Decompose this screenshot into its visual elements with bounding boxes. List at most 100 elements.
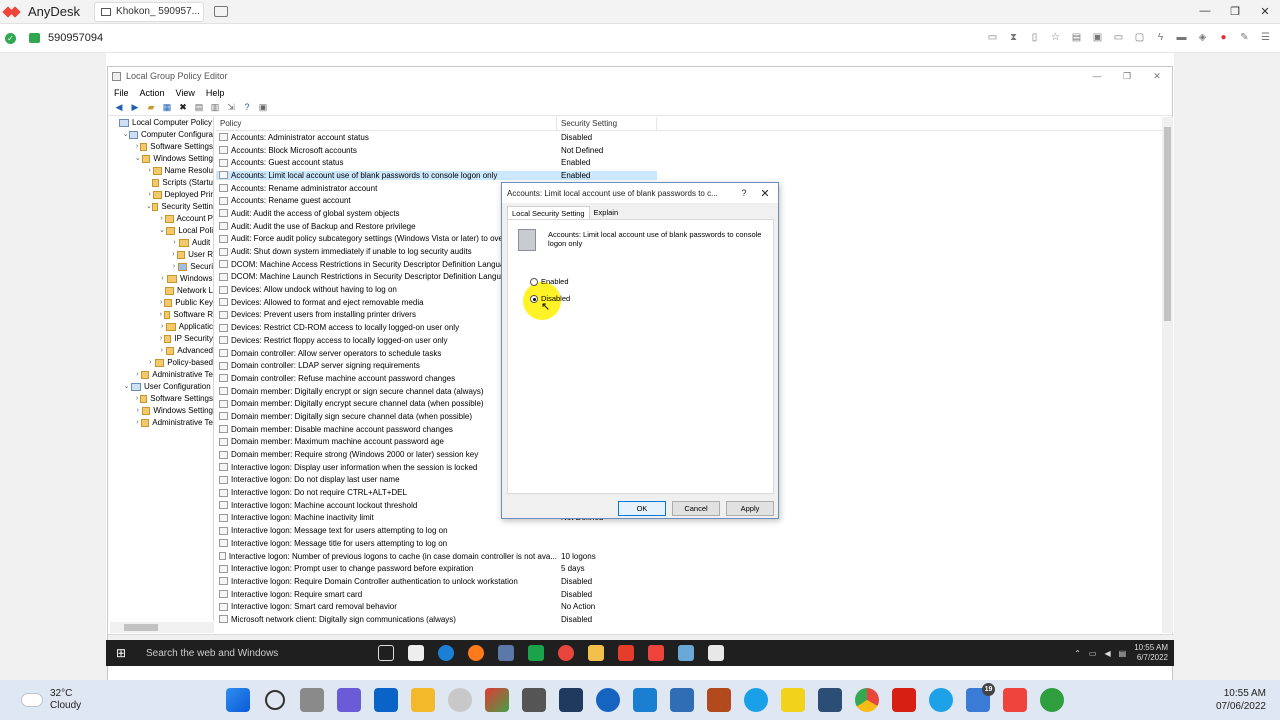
notepad-icon[interactable]	[708, 645, 724, 661]
window-app-icon[interactable]	[670, 688, 694, 712]
table-row[interactable]: Accounts: Administrator account status Di…	[216, 131, 1162, 144]
forward-icon[interactable]: ▶	[129, 102, 141, 113]
show-hide-tree-icon[interactable]: ▦	[161, 102, 173, 113]
tree-item[interactable]: › Applicatic	[110, 321, 213, 333]
outlook-icon[interactable]	[374, 688, 398, 712]
help-icon[interactable]: ?	[241, 102, 253, 113]
menu-view[interactable]: View	[176, 88, 195, 98]
file-manager-icon[interactable]	[300, 688, 324, 712]
table-row[interactable]: Accounts: Limit local account use of bla…	[216, 169, 1162, 182]
tree-item[interactable]: › Securi	[110, 261, 213, 273]
windows-start-icon[interactable]	[226, 688, 250, 712]
tab-explain[interactable]: Explain	[590, 206, 623, 219]
gpe-minimize-button[interactable]: —	[1082, 71, 1112, 82]
tree-expander-icon[interactable]: ›	[146, 165, 153, 177]
weather-widget[interactable]: 32°C Cloudy	[22, 688, 81, 712]
green-app-icon[interactable]	[1040, 688, 1064, 712]
explorer-icon[interactable]	[411, 688, 435, 712]
tree-expander-icon[interactable]: ⌄	[122, 129, 129, 141]
column-security-setting[interactable]: Security Setting	[557, 117, 657, 130]
tree-item[interactable]: › Public Key	[110, 297, 213, 309]
apply-button[interactable]: Apply	[726, 501, 774, 516]
chrome-icon[interactable]	[558, 645, 574, 661]
gpe-restore-button[interactable]: ❐	[1112, 71, 1142, 82]
hourglass-icon[interactable]: ⧗	[1007, 32, 1020, 44]
tray-message-icon[interactable]: ▤	[1119, 649, 1127, 658]
grid-app-icon[interactable]	[707, 688, 731, 712]
tree-expander-icon[interactable]: ›	[134, 405, 142, 417]
tree-item[interactable]: ⌄ Computer Configura	[110, 129, 213, 141]
tree-expander-icon[interactable]: ›	[134, 417, 141, 429]
table-row[interactable]: Interactive logon: Require smart card Dis…	[216, 588, 1162, 601]
tree-item[interactable]: › Administrative Te	[110, 369, 213, 381]
up-folder-icon[interactable]: ▰	[145, 102, 157, 113]
table-row[interactable]: Interactive logon: Smart card removal be…	[216, 600, 1162, 613]
tree-item[interactable]: ⌄ User Configuration	[110, 381, 213, 393]
colorful-app-icon[interactable]	[485, 688, 509, 712]
tree-item[interactable]: › Advanced	[110, 345, 213, 357]
cancel-button[interactable]: Cancel	[672, 501, 720, 516]
tree-item[interactable]: › Name Resolu	[110, 165, 213, 177]
tree-item[interactable]: › User R	[110, 249, 213, 261]
remote-clock[interactable]: 10:55 AM 6/7/2022	[1134, 643, 1168, 663]
back-icon[interactable]: ◀	[113, 102, 125, 113]
phone-app-icon[interactable]	[596, 688, 620, 712]
tree-expander-icon[interactable]: ⌄	[122, 381, 131, 393]
tree-item[interactable]: ⌄ Windows Setting	[110, 153, 213, 165]
acrobat-icon[interactable]	[892, 688, 916, 712]
tree-item[interactable]: › Administrative Te	[110, 417, 213, 429]
chat-icon[interactable]: ▭	[986, 32, 999, 44]
tree-item[interactable]: › Policy-based	[110, 357, 213, 369]
tree-expander-icon[interactable]: ›	[158, 345, 166, 357]
monitor-icon[interactable]: ▭	[1112, 32, 1125, 44]
tree-expander-icon[interactable]: ⌄	[134, 153, 142, 165]
tree-expander-icon[interactable]: ›	[158, 273, 167, 285]
firefox-icon[interactable]	[468, 645, 484, 661]
tree-expander-icon[interactable]: ›	[158, 321, 166, 333]
edge-icon[interactable]	[438, 645, 454, 661]
console-icon[interactable]: ▣	[257, 102, 269, 113]
menu-icon[interactable]: ☰	[1259, 32, 1272, 44]
menu-action[interactable]: Action	[140, 88, 165, 98]
menu-file[interactable]: File	[114, 88, 129, 98]
session-tab[interactable]: Khokon_ 590957...	[94, 1, 205, 22]
tray-volume-icon[interactable]: ◀	[1104, 649, 1110, 658]
task-view-icon[interactable]	[378, 645, 394, 661]
system-clock[interactable]: 10:55 AM 07/06/2022	[1216, 687, 1266, 713]
pdf-icon[interactable]	[618, 645, 634, 661]
gpe-close-button[interactable]: ✕	[1142, 71, 1172, 82]
shield-icon[interactable]: ◈	[1196, 32, 1209, 44]
column-policy[interactable]: Policy	[216, 117, 557, 130]
tree-item[interactable]: › Audit	[110, 237, 213, 249]
tree-horizontal-scrollbar[interactable]	[110, 622, 214, 633]
dialog-close-button[interactable]: ✕	[752, 187, 778, 200]
ok-button[interactable]: OK	[618, 501, 666, 516]
tree-expander-icon[interactable]: ›	[170, 237, 179, 249]
tree-item[interactable]: ⌄ Local Poli	[110, 225, 213, 237]
search-icon[interactable]	[265, 690, 285, 710]
refresh-icon[interactable]: ▥	[209, 102, 221, 113]
minimize-button[interactable]: —	[1190, 5, 1220, 18]
table-row[interactable]: Interactive logon: Number of previous lo…	[216, 550, 1162, 563]
globe-app-icon[interactable]	[448, 688, 472, 712]
tree-item[interactable]: Network L	[110, 285, 213, 297]
network-app-icon[interactable]	[678, 645, 694, 661]
tree-expander-icon[interactable]: ›	[170, 249, 177, 261]
anydesk-icon[interactable]	[648, 645, 664, 661]
toolbox-icon[interactable]	[522, 688, 546, 712]
document-icon[interactable]: ▤	[1070, 32, 1083, 44]
table-row[interactable]: Accounts: Guest account status Enabled	[216, 156, 1162, 169]
skype-icon[interactable]	[929, 688, 953, 712]
tray-chevron-icon[interactable]: ⌃	[1074, 649, 1081, 658]
blue-app-icon[interactable]	[744, 688, 768, 712]
tree-item[interactable]: › Software R	[110, 309, 213, 321]
store-app-icon[interactable]: 19	[966, 683, 995, 712]
tree-item[interactable]: › Software Settings	[110, 141, 213, 153]
tray-network-icon[interactable]: ▭	[1089, 649, 1097, 658]
remote-start-icon[interactable]: ⊞	[106, 646, 136, 660]
delete-icon[interactable]: ✖	[177, 102, 189, 113]
table-row[interactable]: Accounts: Block Microsoft accounts Not De…	[216, 144, 1162, 157]
tree-item[interactable]: › Software Settings	[110, 393, 213, 405]
keyboard-icon[interactable]: ▬	[1175, 32, 1188, 44]
table-row[interactable]: Interactive logon: Prompt user to change…	[216, 562, 1162, 575]
